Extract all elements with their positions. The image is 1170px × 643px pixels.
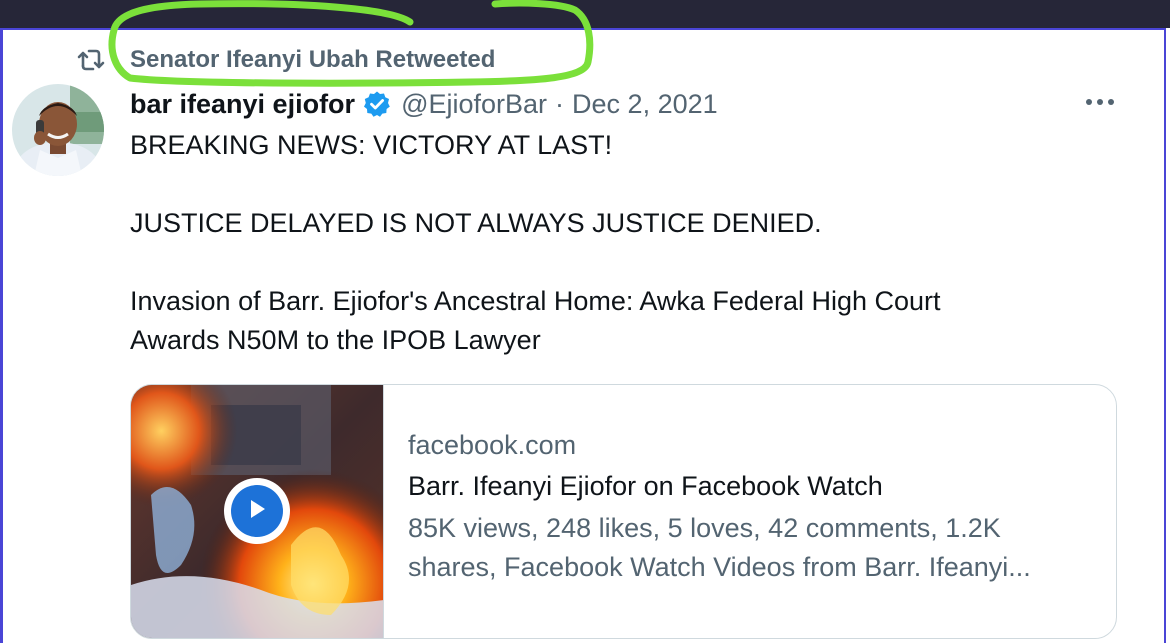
play-icon: [246, 497, 268, 526]
verified-badge-icon: [363, 90, 391, 118]
play-button[interactable]: [224, 478, 290, 544]
card-domain: facebook.com: [408, 430, 577, 460]
card-body: facebook.com Barr. Ifeanyi Ejiofor on Fa…: [408, 425, 1098, 587]
card-description-line: shares, Facebook Watch Videos from Barr.…: [408, 552, 1031, 582]
card-description: 85K views, 248 likes, 5 loves, 42 commen…: [408, 509, 1098, 587]
author-avatar[interactable]: [12, 84, 104, 176]
more-options-button[interactable]: [1080, 88, 1120, 118]
separator-dot: ·: [555, 88, 565, 119]
link-preview-card[interactable]: facebook.com Barr. Ifeanyi Ejiofor on Fa…: [130, 384, 1117, 639]
retweet-label[interactable]: Senator Ifeanyi Ubah Retweeted: [130, 46, 495, 74]
tweet-text-line: Invasion of Barr. Ejiofor's Ancestral Ho…: [130, 286, 941, 316]
tweet-text-line: JUSTICE DELAYED IS NOT ALWAYS JUSTICE DE…: [130, 208, 822, 238]
tweet-text-line: Awards N50M to the IPOB Lawyer: [130, 325, 541, 355]
card-title: Barr. Ifeanyi Ejiofor on Facebook Watch: [408, 471, 883, 501]
author-handle[interactable]: @EjioforBar: [401, 89, 547, 120]
tweet-text-line: BREAKING NEWS: VICTORY AT LAST!: [130, 130, 613, 160]
card-description-line: 85K views, 248 likes, 5 loves, 42 commen…: [408, 513, 1001, 543]
author-display-name[interactable]: bar ifeanyi ejiofor: [130, 89, 355, 120]
more-horizontal-icon: [1084, 94, 1116, 112]
retweet-icon: [76, 45, 106, 75]
screenshot-frame: Senator Ifeanyi Ubah Retweeted bar ifean…: [0, 0, 1170, 643]
retweet-header: Senator Ifeanyi Ubah Retweeted: [76, 44, 495, 76]
video-thumbnail[interactable]: [131, 385, 384, 638]
tweet-date[interactable]: Dec 2, 2021: [572, 89, 718, 120]
top-bar: [0, 0, 1170, 28]
tweet-header: bar ifeanyi ejiofor @EjioforBar · Dec 2,…: [130, 86, 718, 122]
tweet-text: BREAKING NEWS: VICTORY AT LAST! JUSTICE …: [130, 126, 1120, 360]
